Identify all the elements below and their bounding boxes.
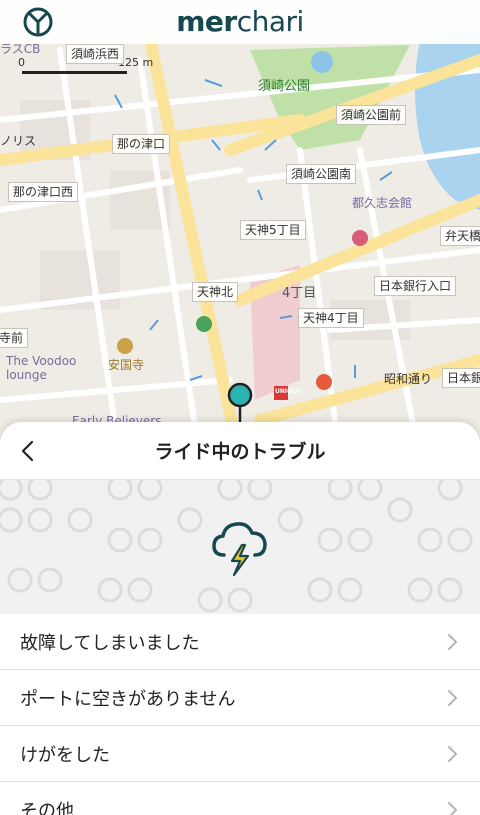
map-poi-label: UNIQLO	[275, 388, 301, 395]
map-intersection-label: 天神北	[192, 282, 239, 302]
map-intersection-label: 那の津口西	[8, 182, 79, 202]
chevron-right-icon	[448, 689, 457, 706]
trouble-option-port-full[interactable]: ポートに空きがありません	[0, 670, 480, 726]
map-intersection-label: 天神5丁目	[240, 220, 306, 240]
map-district-label: 4丁目	[282, 286, 317, 301]
chevron-right-icon	[448, 801, 457, 815]
chevron-right-icon	[448, 745, 457, 762]
thunderstorm-icon	[212, 522, 267, 577]
scale-bar	[22, 71, 127, 74]
trouble-option-label: けがをした	[20, 744, 110, 766]
app-header: merchari	[0, 0, 480, 44]
map-intersection-label: 那の津口	[112, 134, 171, 154]
brand-logo: merchari	[176, 8, 304, 36]
map-poi-label: ノリス	[0, 134, 37, 148]
trouble-option-list: 故障してしまいました ポートに空きがありません けがをした その他	[0, 614, 480, 815]
map-intersection-label: 日本銀行入口	[374, 276, 457, 296]
trouble-option-injury[interactable]: けがをした	[0, 726, 480, 782]
map-intersection-label: 弁天橋	[440, 226, 480, 246]
sheet-title: ライド中のトラブル	[154, 441, 326, 463]
map-intersection-label: 須崎公園前	[336, 105, 407, 125]
map-poi-label: 都久志会館	[352, 196, 413, 210]
map-intersection-label: 須崎公園南	[286, 164, 357, 184]
chevron-right-icon	[448, 633, 457, 650]
map-intersection-label: 日本銀	[442, 368, 480, 388]
map-road-label: 昭和通り	[384, 372, 433, 386]
map-intersection-label: 天神4丁目	[298, 308, 364, 328]
trouble-option-other[interactable]: その他	[0, 782, 480, 815]
map-intersection-label: 寺前	[0, 328, 29, 348]
back-button[interactable]	[10, 434, 44, 468]
map-intersection-label: 須崎浜西	[66, 44, 125, 64]
map-poi-label: 安国寺	[108, 358, 145, 372]
brand-logo-part: chari	[236, 5, 305, 38]
map-view[interactable]: 0 125 m ラスCB 須崎浜西 須崎公園 須崎公園前 ノリス 那の津口 須崎…	[0, 0, 480, 460]
trouble-option-label: 故障してしまいました	[20, 632, 200, 654]
trouble-sheet: ライド中のトラブル 故障してしまいました ポートに空きがありません けがをした …	[0, 422, 480, 815]
trouble-option-label: ポートに空きがありません	[20, 688, 236, 710]
map-park-label: 須崎公園	[258, 79, 311, 94]
sheet-header: ライド中のトラブル	[0, 422, 480, 480]
map-poi-label: The Voodoo lounge	[6, 354, 77, 382]
brand-logo-part: mer	[176, 5, 237, 38]
chevron-left-icon	[21, 440, 34, 462]
bicycle-wheel-logo-icon[interactable]	[22, 6, 54, 38]
trouble-option-label: その他	[20, 800, 74, 815]
scale-zero-label: 0	[18, 56, 25, 69]
trouble-option-malfunction[interactable]: 故障してしまいました	[0, 614, 480, 670]
trouble-banner	[0, 480, 480, 614]
